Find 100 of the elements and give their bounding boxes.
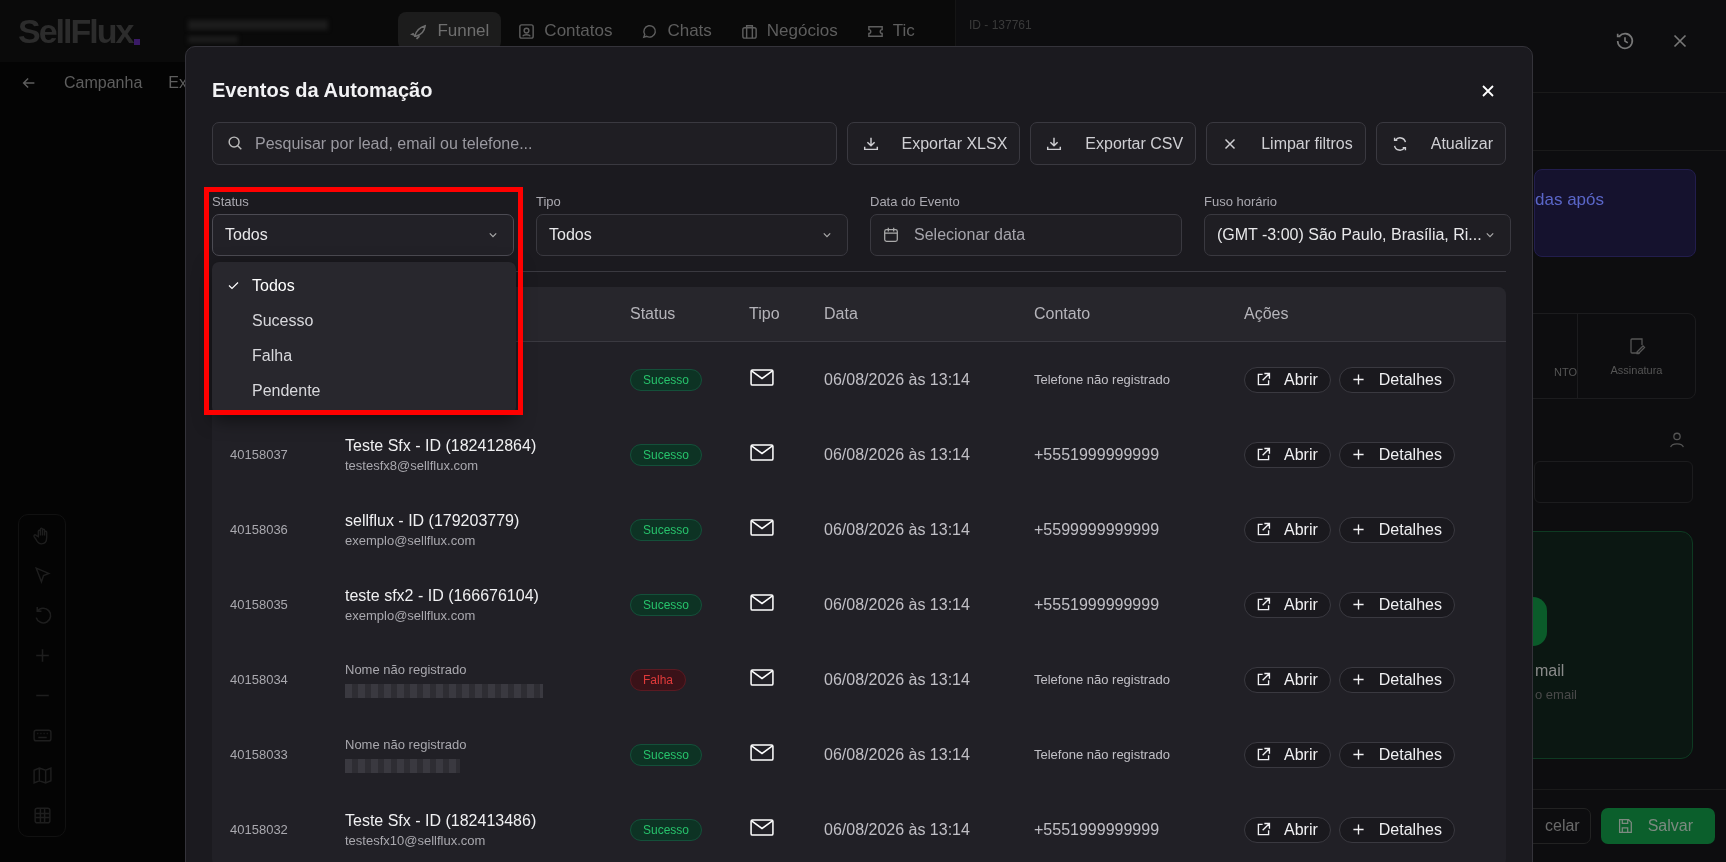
card-label: Assinatura [1610,364,1663,376]
date-field[interactable]: Selecionar data [870,214,1182,256]
open-button[interactable]: Abrir [1244,441,1331,468]
menu-option[interactable]: Sucesso [212,303,516,338]
details-button[interactable]: Detalhes [1338,666,1455,693]
lead-name: Nome não registrado [345,736,468,752]
select-field[interactable]: (GMT -3:00) São Paulo, Brasília, Ri... [1204,214,1511,256]
toolbar-button[interactable]: Exportar CSV [1030,122,1197,165]
external-link-icon [1255,446,1272,463]
dialog-title: Eventos da Automação [212,79,433,102]
lead-name: Nome não registrado [345,661,468,677]
details-button[interactable]: Detalhes [1338,741,1455,768]
event-id: 40158037 [230,447,289,462]
contact-text: +5551999999999 [1034,595,1161,614]
open-button[interactable]: Abrir [1244,741,1331,768]
envelope-icon [749,443,775,462]
event-date: 06/08/2026 às 13:14 [824,670,971,689]
event-id: 40158035 [230,597,289,612]
calendar-icon [882,226,900,244]
select-field[interactable]: Todos [536,214,848,256]
banner-text: das após [1535,190,1604,210]
status-badge: Falha [630,668,687,691]
external-link-icon [1255,671,1272,688]
external-link-icon [1255,746,1272,763]
event-id: 40158032 [230,822,289,837]
details-button[interactable]: Detalhes [1338,591,1455,618]
person-icon [1668,431,1686,449]
open-button[interactable]: Abrir [1244,666,1331,693]
contact-text: Telefone não registrado [1034,747,1171,762]
lead-name: Teste Sfx - ID (182412864) [345,436,538,455]
event-date: 06/08/2026 às 13:14 [824,820,971,839]
column-header: Data [824,305,859,323]
search-field[interactable]: Pesquisar por lead, email ou telefone... [212,122,837,165]
status-badge: Sucesso [630,443,703,466]
details-button[interactable]: Detalhes [1338,516,1455,543]
input-field[interactable] [1534,461,1693,503]
filter-label: Fuso horário [1204,194,1278,209]
menu-option[interactable]: Pendente [212,373,516,408]
event-date: 06/08/2026 às 13:14 [824,370,971,389]
contact-text: +5551999999999 [1034,445,1161,464]
lead-email: testesfx8@sellflux.com [345,457,480,473]
lead-name: sellflux - ID (179203779) [345,511,521,530]
envelope-icon [749,818,775,837]
contact-text: +5551999999999 [1034,820,1161,839]
menu-option[interactable]: Todos [212,268,516,303]
select-field[interactable]: Todos [212,214,514,256]
lead-name: Teste Sfx - ID (182413486) [345,811,538,830]
column-header: Ações [1244,305,1290,323]
lead-email: testesfx10@sellflux.com [345,832,487,848]
event-id: 40158036 [230,522,289,537]
status-badge: Sucesso [630,743,703,766]
envelope-icon [749,368,775,387]
external-link-icon [1255,371,1272,388]
details-button[interactable]: Detalhes [1338,441,1455,468]
toolbar-button[interactable]: Limpar filtros [1206,122,1366,165]
open-button[interactable]: Abrir [1244,816,1331,843]
filter-label: Tipo [536,194,562,209]
filter-label: Data do Evento [870,194,961,209]
card-subtitle: o email [1535,687,1577,702]
envelope-icon [749,593,775,612]
external-link-icon [1255,596,1272,613]
open-button[interactable]: Abrir [1244,591,1331,618]
menu-option[interactable]: Falha [212,338,516,373]
external-link-icon [1255,821,1272,838]
status-badge: Sucesso [630,368,703,391]
column-header: Tipo [749,305,781,323]
history-icon[interactable] [1614,30,1636,52]
envelope-icon [749,668,775,687]
search-icon [226,134,244,152]
event-id: 40158033 [230,747,289,762]
card-label: NTO [1553,366,1577,378]
external-link-icon [1255,521,1272,538]
event-date: 06/08/2026 às 13:14 [824,595,971,614]
open-button[interactable]: Abrir [1244,366,1331,393]
map-icon[interactable] [31,765,53,786]
toolbar-button[interactable]: Exportar XLSX [846,122,1021,165]
lead-name: teste sfx2 - ID (166676104) [345,586,540,605]
details-button[interactable]: Detalhes [1338,366,1455,393]
status-badge: Sucesso [630,593,703,616]
envelope-icon [749,518,775,537]
contact-text: Telefone não registrado [1034,372,1171,387]
toolbar-button[interactable]: Atualizar [1375,122,1506,165]
details-button[interactable]: Detalhes [1338,816,1455,843]
event-date: 06/08/2026 às 13:14 [824,445,971,464]
lead-email: exemplo@sellflux.com [345,532,477,548]
filter-label: Status [212,194,250,209]
envelope-icon [749,743,775,762]
contact-text: +5599999999999 [1034,520,1161,539]
status-badge: Sucesso [630,518,703,541]
contact-card-icon [517,21,537,41]
lead-email: exemplo@sellflux.com [345,607,477,623]
event-id: 40158034 [230,672,289,687]
grid-icon[interactable] [31,805,53,826]
open-button[interactable]: Abrir [1244,516,1331,543]
contact-text: Telefone não registrado [1034,672,1171,687]
column-header: Contato [1034,305,1092,323]
card-title: mail [1535,662,1565,680]
status-badge: Sucesso [630,818,703,841]
column-header: Status [630,305,677,323]
event-date: 06/08/2026 às 13:14 [824,745,971,764]
